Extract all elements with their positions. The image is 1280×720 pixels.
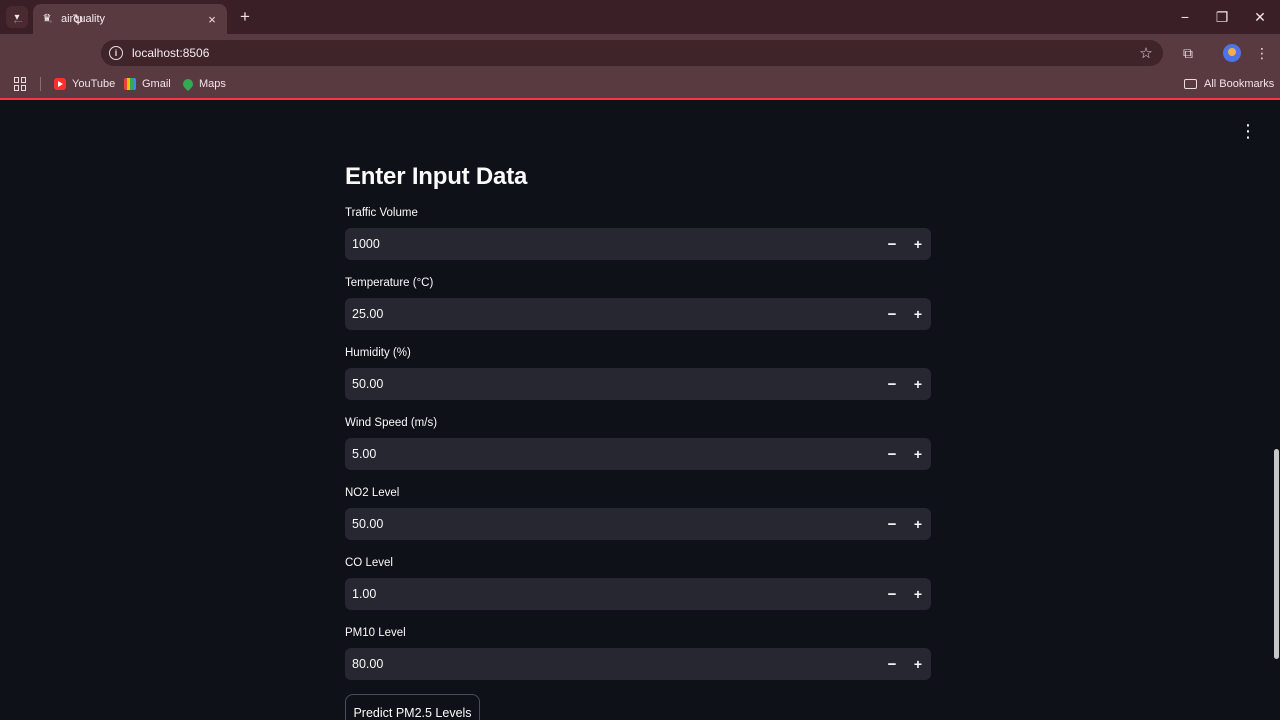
- input-value[interactable]: 50.00: [345, 377, 879, 391]
- bookmark-gmail[interactable]: Gmail: [124, 76, 171, 92]
- info-icon[interactable]: i: [109, 46, 123, 60]
- no2-level-input[interactable]: 50.00 − +: [345, 508, 931, 540]
- bookmark-label: Gmail: [142, 78, 171, 90]
- decrement-button[interactable]: −: [879, 578, 905, 610]
- input-value[interactable]: 50.00: [345, 517, 879, 531]
- gmail-icon: [124, 78, 136, 90]
- humidity-input[interactable]: 50.00 − +: [345, 368, 931, 400]
- co-level-label: CO Level: [345, 557, 393, 569]
- decrement-button[interactable]: −: [879, 298, 905, 330]
- address-bar[interactable]: i localhost:8506: [101, 40, 1163, 66]
- increment-button[interactable]: +: [905, 438, 931, 470]
- bookmark-separator: [40, 77, 41, 91]
- new-tab-button[interactable]: +: [236, 7, 254, 26]
- input-value[interactable]: 1000: [345, 237, 879, 251]
- co-level-input[interactable]: 1.00 − +: [345, 578, 931, 610]
- forward-button[interactable]: →: [38, 9, 58, 29]
- bookmark-label: Maps: [199, 78, 226, 90]
- decrement-button[interactable]: −: [879, 508, 905, 540]
- input-value[interactable]: 5.00: [345, 447, 879, 461]
- temperature-label: Temperature (°C): [345, 277, 434, 289]
- pm10-level-label: PM10 Level: [345, 627, 406, 639]
- address-url: localhost:8506: [132, 46, 210, 60]
- maps-icon: [180, 76, 196, 92]
- increment-button[interactable]: +: [905, 648, 931, 680]
- puzzle-icon[interactable]: ⧉: [1178, 43, 1198, 63]
- traffic-volume-input[interactable]: 1000 − +: [345, 228, 931, 260]
- all-bookmarks-label: All Bookmarks: [1204, 78, 1275, 90]
- back-button[interactable]: ←: [8, 9, 28, 29]
- decrement-button[interactable]: −: [879, 648, 905, 680]
- humidity-label: Humidity (%): [345, 347, 411, 359]
- increment-button[interactable]: +: [905, 368, 931, 400]
- bookmark-label: YouTube: [72, 78, 116, 90]
- increment-button[interactable]: +: [905, 298, 931, 330]
- decrement-button[interactable]: −: [879, 368, 905, 400]
- folder-icon: [1184, 79, 1197, 89]
- increment-button[interactable]: +: [905, 508, 931, 540]
- input-value[interactable]: 25.00: [345, 307, 879, 321]
- increment-button[interactable]: +: [905, 228, 931, 260]
- close-tab-icon[interactable]: ×: [203, 10, 221, 28]
- app-menu-icon[interactable]: ⋮: [1238, 121, 1258, 141]
- temperature-input[interactable]: 25.00 − +: [345, 298, 931, 330]
- close-window-button[interactable]: ✕: [1250, 7, 1270, 27]
- input-value[interactable]: 1.00: [345, 587, 879, 601]
- input-value[interactable]: 80.00: [345, 657, 879, 671]
- restore-window-button[interactable]: ❐: [1212, 7, 1232, 27]
- youtube-icon: [54, 78, 66, 90]
- no2-level-label: NO2 Level: [345, 487, 400, 499]
- apps-grid-icon[interactable]: [14, 77, 28, 91]
- bookmark-maps[interactable]: Maps: [180, 76, 226, 92]
- reload-button[interactable]: ↻: [68, 9, 88, 29]
- predict-pm25-button[interactable]: Predict PM2.5 Levels: [345, 694, 480, 720]
- wind-speed-label: Wind Speed (m/s): [345, 417, 438, 429]
- increment-button[interactable]: +: [905, 578, 931, 610]
- profile-avatar[interactable]: [1223, 44, 1241, 62]
- pm10-level-input[interactable]: 80.00 − +: [345, 648, 931, 680]
- page-scrollbar[interactable]: [1274, 449, 1279, 659]
- minimize-window-button[interactable]: −: [1175, 7, 1195, 27]
- bookmark-youtube[interactable]: YouTube: [54, 76, 115, 92]
- main-content: Enter Input Data: [345, 160, 931, 194]
- decrement-button[interactable]: −: [879, 228, 905, 260]
- decrement-button[interactable]: −: [879, 438, 905, 470]
- traffic-volume-label: Traffic Volume: [345, 207, 418, 219]
- browser-menu-icon[interactable]: ⋮: [1252, 43, 1272, 63]
- page-title: Enter Input Data: [345, 163, 528, 190]
- all-bookmarks-button[interactable]: All Bookmarks: [1184, 76, 1274, 92]
- wind-speed-input[interactable]: 5.00 − +: [345, 438, 931, 470]
- bookmark-star-icon[interactable]: ☆: [1136, 43, 1156, 63]
- active-tab[interactable]: ♛ airquality ×: [33, 4, 227, 34]
